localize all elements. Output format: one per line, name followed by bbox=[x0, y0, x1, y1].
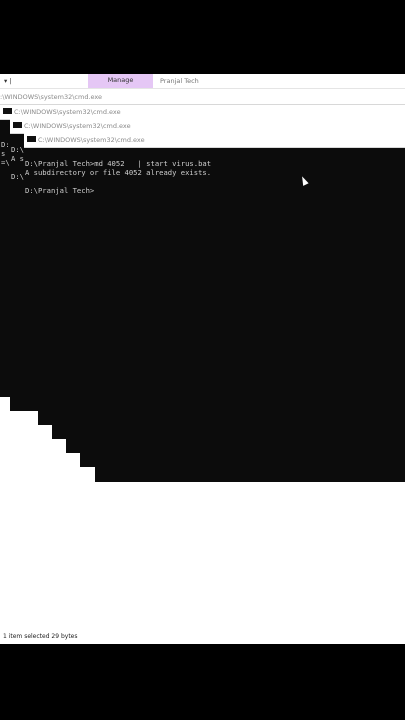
console-line: D:\Pranjal Tech>md 4052 | start virus.ba… bbox=[25, 159, 212, 168]
cmd-window-front[interactable]: C:\WINDOWS\system32\cmd.exe D:\Pranjal T… bbox=[24, 133, 405, 411]
cmd-icon bbox=[27, 136, 36, 142]
cmd-icon bbox=[13, 122, 22, 128]
screen: ▾ | Manage Pranjal Tech 1 item selected … bbox=[0, 0, 405, 720]
console-line: A s bbox=[11, 154, 24, 163]
cmd-icon bbox=[3, 108, 12, 114]
console-line: D:\ bbox=[11, 145, 24, 154]
console-line: D:\Pranjal Tech> bbox=[25, 186, 95, 195]
cmd-titlebar[interactable]: :\WINDOWS\system32\cmd.exe bbox=[0, 90, 405, 105]
console-line: =\ bbox=[1, 158, 10, 167]
console-output[interactable]: D:\Pranjal Tech>md 4052 | start virus.ba… bbox=[24, 148, 405, 411]
cmd-title: C:\WINDOWS\system32\cmd.exe bbox=[24, 122, 131, 130]
cmd-titlebar[interactable]: C:\WINDOWS\system32\cmd.exe bbox=[0, 105, 405, 120]
tab-manage[interactable]: Manage bbox=[88, 74, 153, 88]
cmd-title: C:\WINDOWS\system32\cmd.exe bbox=[38, 136, 145, 144]
console-line: s bbox=[1, 149, 6, 158]
console-line: D:\ bbox=[11, 172, 24, 181]
cmd-titlebar[interactable]: C:\WINDOWS\system32\cmd.exe bbox=[24, 133, 405, 148]
console-line: A subdirectory or file 4052 already exis… bbox=[25, 168, 212, 177]
explorer-title: Pranjal Tech bbox=[160, 77, 199, 85]
cmd-title: C:\WINDOWS\system32\cmd.exe bbox=[14, 108, 121, 116]
cmd-titlebar[interactable]: C:\WINDOWS\system32\cmd.exe bbox=[10, 119, 405, 134]
status-bar-text: 1 item selected 29 bytes bbox=[3, 633, 78, 640]
explorer-ribbon: ▾ | Manage Pranjal Tech bbox=[0, 74, 405, 89]
quick-access-toolbar[interactable]: ▾ | bbox=[4, 77, 12, 85]
cmd-title: :\WINDOWS\system32\cmd.exe bbox=[0, 93, 103, 101]
